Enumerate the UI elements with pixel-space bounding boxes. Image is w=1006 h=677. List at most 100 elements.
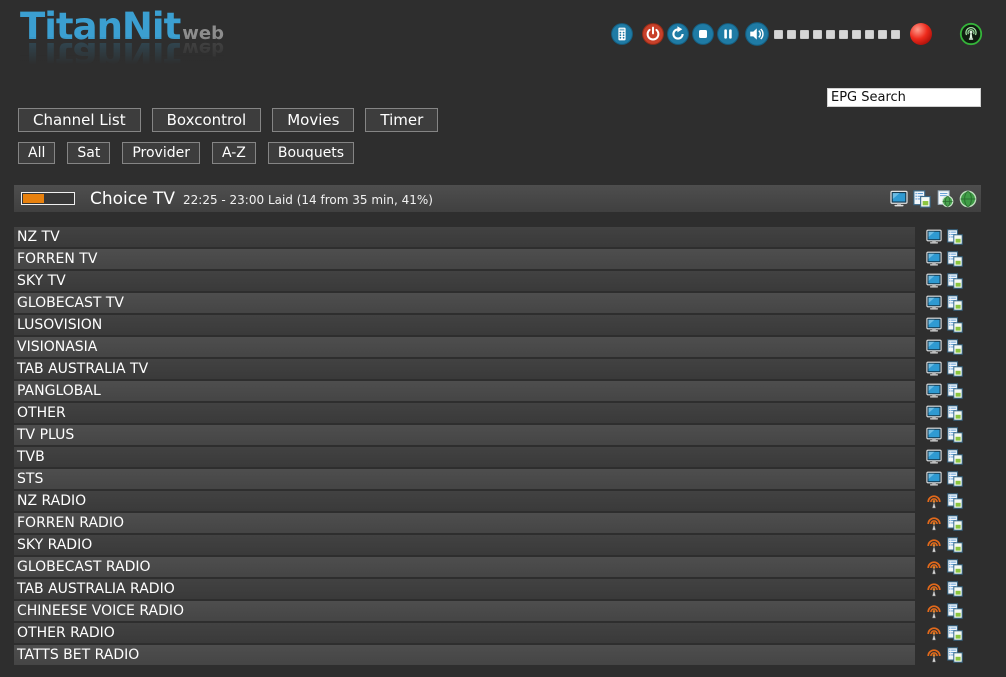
epg-list-icon[interactable]: [947, 647, 963, 663]
channel-name[interactable]: TV PLUS: [14, 425, 915, 445]
tv-zap-icon[interactable]: [926, 317, 942, 333]
tv-zap-icon[interactable]: [926, 339, 942, 355]
volume-square[interactable]: [800, 30, 809, 39]
epg-list-icon[interactable]: [947, 295, 963, 311]
tv-zap-icon[interactable]: [926, 251, 942, 267]
nav-channel-list-button[interactable]: Channel List: [18, 108, 141, 132]
channel-row: NZ RADIO: [14, 491, 981, 511]
volume-icon[interactable]: [745, 22, 769, 46]
channel-list: NZ TV: [14, 227, 981, 667]
channel-name[interactable]: TAB AUSTRALIA TV: [14, 359, 915, 379]
volume-square[interactable]: [839, 30, 848, 39]
volume-square[interactable]: [787, 30, 796, 39]
epg-list-icon[interactable]: [947, 493, 963, 509]
tv-zap-icon[interactable]: [926, 427, 942, 443]
radio-zap-icon[interactable]: [926, 493, 942, 509]
volume-square[interactable]: [878, 30, 887, 39]
channel-name[interactable]: FORREN TV: [14, 249, 915, 269]
restart-icon[interactable]: [667, 23, 689, 45]
stop-icon[interactable]: [692, 23, 714, 45]
epg-list-icon[interactable]: [947, 427, 963, 443]
epg-list-icon[interactable]: [947, 625, 963, 641]
channel-name[interactable]: GLOBECAST RADIO: [14, 557, 915, 577]
volume-square[interactable]: [813, 30, 822, 39]
radio-zap-icon[interactable]: [926, 603, 942, 619]
channel-name[interactable]: SKY TV: [14, 271, 915, 291]
channel-name[interactable]: TVB: [14, 447, 915, 467]
epg-list-icon[interactable]: [947, 273, 963, 289]
tv-zap-icon[interactable]: [926, 471, 942, 487]
radio-zap-icon[interactable]: [926, 559, 942, 575]
volume-square[interactable]: [891, 30, 900, 39]
tv-zap-icon[interactable]: [926, 449, 942, 465]
channel-name[interactable]: OTHER: [14, 403, 915, 423]
now-playing-actions: [890, 190, 981, 208]
channel-name[interactable]: GLOBECAST TV: [14, 293, 915, 313]
filter-az-button[interactable]: A-Z: [212, 142, 256, 164]
filter-bouquets-button[interactable]: Bouquets: [268, 142, 354, 164]
monitor-icon[interactable]: [890, 190, 908, 208]
channel-name[interactable]: LUSOVISION: [14, 315, 915, 335]
tv-zap-icon[interactable]: [926, 229, 942, 245]
channel-name[interactable]: VISIONASIA: [14, 337, 915, 357]
channel-row: GLOBECAST TV: [14, 293, 981, 313]
filter-all-button[interactable]: All: [18, 142, 55, 164]
epg-list-icon[interactable]: [947, 471, 963, 487]
channel-name[interactable]: SKY RADIO: [14, 535, 915, 555]
epg-list-icon[interactable]: [947, 581, 963, 597]
volume-square[interactable]: [826, 30, 835, 39]
channel-name[interactable]: CHINEESE VOICE RADIO: [14, 601, 915, 621]
globe-icon[interactable]: [959, 190, 977, 208]
top-control-bar: [611, 22, 983, 46]
tv-zap-icon[interactable]: [926, 405, 942, 421]
epg-list-icon[interactable]: [913, 190, 931, 208]
filter-provider-button[interactable]: Provider: [122, 142, 200, 164]
epg-list-icon[interactable]: [947, 317, 963, 333]
channel-name[interactable]: FORREN RADIO: [14, 513, 915, 533]
nav-timer-button[interactable]: Timer: [365, 108, 438, 132]
radio-zap-icon[interactable]: [926, 581, 942, 597]
tv-zap-icon[interactable]: [926, 273, 942, 289]
epg-list-icon[interactable]: [947, 229, 963, 245]
volume-square[interactable]: [774, 30, 783, 39]
now-playing-bar: Choice TV 22:25 - 23:00 Laid (14 from 35…: [14, 185, 981, 212]
channel-name[interactable]: TAB AUSTRALIA RADIO: [14, 579, 915, 599]
pause-icon[interactable]: [717, 23, 739, 45]
channel-name[interactable]: PANGLOBAL: [14, 381, 915, 401]
channel-name[interactable]: NZ TV: [14, 227, 915, 247]
epg-list-icon[interactable]: [947, 449, 963, 465]
tv-zap-icon[interactable]: [926, 295, 942, 311]
channel-row: TATTS BET RADIO: [14, 645, 981, 665]
epg-list-icon[interactable]: [947, 339, 963, 355]
channel-name[interactable]: NZ RADIO: [14, 491, 915, 511]
epg-list-icon[interactable]: [947, 515, 963, 531]
epg-page-globe-icon[interactable]: [936, 190, 954, 208]
epg-list-icon[interactable]: [947, 537, 963, 553]
record-ball-icon[interactable]: [910, 23, 932, 45]
filter-nav: All Sat Provider A-Z Bouquets: [18, 142, 354, 164]
epg-list-icon[interactable]: [947, 405, 963, 421]
nav-movies-button[interactable]: Movies: [272, 108, 354, 132]
radio-zap-icon[interactable]: [926, 515, 942, 531]
epg-search-input[interactable]: [827, 88, 981, 107]
stream-icon[interactable]: [959, 22, 983, 46]
epg-list-icon[interactable]: [947, 603, 963, 619]
tv-zap-icon[interactable]: [926, 383, 942, 399]
epg-list-icon[interactable]: [947, 383, 963, 399]
radio-zap-icon[interactable]: [926, 625, 942, 641]
power-icon[interactable]: [642, 23, 664, 45]
channel-name[interactable]: STS: [14, 469, 915, 489]
volume-square[interactable]: [852, 30, 861, 39]
channel-name[interactable]: OTHER RADIO: [14, 623, 915, 643]
remote-icon[interactable]: [611, 23, 633, 45]
epg-list-icon[interactable]: [947, 559, 963, 575]
epg-list-icon[interactable]: [947, 361, 963, 377]
filter-sat-button[interactable]: Sat: [67, 142, 110, 164]
radio-zap-icon[interactable]: [926, 537, 942, 553]
volume-square[interactable]: [865, 30, 874, 39]
channel-name[interactable]: TATTS BET RADIO: [14, 645, 915, 665]
nav-boxcontrol-button[interactable]: Boxcontrol: [152, 108, 262, 132]
epg-list-icon[interactable]: [947, 251, 963, 267]
tv-zap-icon[interactable]: [926, 361, 942, 377]
radio-zap-icon[interactable]: [926, 647, 942, 663]
